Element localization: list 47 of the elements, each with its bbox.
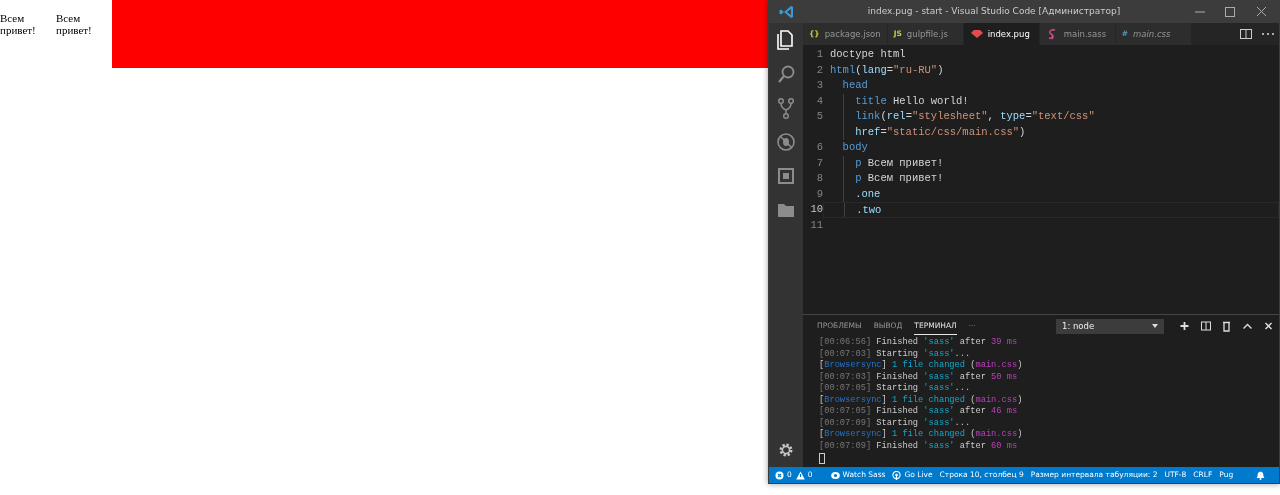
paragraph: Всем привет! [0,12,37,36]
terminal-line: [Browsersync] 1 file changed (main.css) [819,429,1024,441]
line-number: 3 [815,78,823,93]
code-line: p Всем привет! [855,171,944,186]
code-line: doctype html [830,47,906,62]
editor-tab[interactable]: index.pug [963,23,1040,45]
broadcast-icon [892,470,902,480]
line-number: 9 [815,186,823,202]
terminal-line: [00:07:05] Starting 'sass'... [819,383,972,395]
terminal-line: [Browsersync] 1 file changed (main.css) [819,360,1024,372]
code-line: .two [856,203,882,217]
code-line: href="static/css/main.css") [855,124,1026,140]
terminal-line: [00:07:09] Starting 'sass'... [819,417,972,429]
editor-tab[interactable]: main.sass [1039,23,1116,45]
line-number: 7 [815,155,823,171]
terminal-line: [00:06:56] Finished 'sass' after 39 ms [819,337,1019,349]
code-line: head [842,78,868,93]
code-line: p Всем привет! [855,155,944,171]
eye-icon [830,470,840,480]
line-number: 5 [815,109,823,124]
code-line: html(lang="ru-RU") [830,62,944,78]
line-number: 1 [815,47,823,62]
terminal-dropdown[interactable]: 1: node [1056,318,1164,334]
line-number: 11 [809,217,823,233]
line-number: 10 [809,202,823,217]
terminal-cursor [819,453,825,464]
window-title: index.pug - start - Visual Studio Code [Администратор] [866,5,1122,19]
terminal-line: [Browsersync] 1 file changed (main.css) [819,394,1024,406]
code-line: title Hello world! [855,93,969,109]
paragraph: Всем привет! [56,12,93,36]
line-number: 8 [815,171,823,186]
code-line: body [842,140,868,155]
terminal-line: [00:07:03] Finished 'sass' after 50 ms [819,371,1019,383]
bell-icon[interactable] [1256,470,1265,480]
code-line: .one [855,186,881,202]
error-icon [775,470,784,480]
line-number: 2 [815,62,823,78]
line-number: 4 [815,93,823,109]
terminal-line: [00:07:09] Finished 'sass' after 60 ms [819,440,1019,452]
app-logo-icon [779,6,793,18]
warning-icon [795,470,805,480]
terminal-line: [00:07:05] Finished 'sass' after 46 ms [819,406,1019,418]
code-line: link(rel="stylesheet", type="text/css" [855,109,1095,124]
line-number: 6 [815,140,823,155]
gem-icon [969,28,984,40]
terminal-line: [00:07:03] Starting 'sass'... [819,348,972,360]
caret-icon [1152,324,1158,328]
